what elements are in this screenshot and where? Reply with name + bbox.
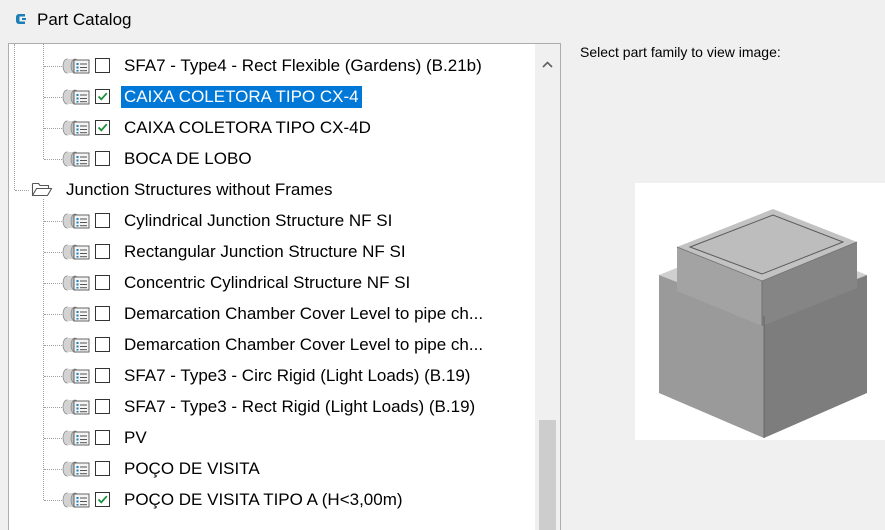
tree-folder-label: Junction Structures without Frames — [66, 180, 333, 199]
folder-open-icon[interactable] — [31, 180, 53, 198]
part-family-icon — [62, 306, 90, 322]
tree-connector-line — [44, 469, 62, 470]
checkbox[interactable] — [95, 151, 110, 166]
tree-item-label: SFA7 - Type3 - Circ Rigid (Light Loads) … — [124, 366, 471, 385]
tree-connector-line — [44, 438, 62, 439]
part-family-icon — [62, 89, 90, 105]
window-title: Part Catalog — [37, 10, 132, 29]
tree-connector-line — [15, 190, 29, 191]
checkbox[interactable] — [95, 368, 110, 383]
checkmark-icon — [97, 123, 108, 132]
tree-connector-line — [44, 407, 62, 408]
tree-item-label: Concentric Cylindrical Structure NF SI — [124, 273, 411, 292]
checkbox[interactable] — [95, 58, 110, 73]
tree-item-row[interactable]: POÇO DE VISITA — [9, 454, 535, 484]
tree-item-label: CAIXA COLETORA TIPO CX-4 — [121, 86, 362, 108]
part-family-icon — [62, 337, 90, 353]
tree-item-row[interactable]: SFA7 - Type3 - Rect Rigid (Light Loads) … — [9, 392, 535, 422]
tree-connector-line — [44, 159, 62, 160]
tree-connector-line — [44, 345, 62, 346]
preview-label: Select part family to view image: — [580, 44, 781, 60]
scroll-up-arrow-icon[interactable] — [535, 54, 560, 74]
junction-box-3d-preview — [659, 209, 867, 438]
part-family-icon — [62, 58, 90, 74]
part-tree[interactable]: SFA7 - Type4 - Rect Flexible (Gardens) (… — [9, 44, 535, 530]
tree-item-row[interactable]: Demarcation Chamber Cover Level to pipe … — [9, 299, 535, 329]
tree-connector-line — [44, 221, 62, 222]
tree-connector-line — [44, 283, 62, 284]
vertical-scrollbar[interactable] — [535, 44, 560, 530]
tree-item-row[interactable]: PV — [9, 423, 535, 453]
tree-item-label: Cylindrical Junction Structure NF SI — [124, 211, 393, 230]
part-family-icon — [62, 120, 90, 136]
tree-item-label: Rectangular Junction Structure NF SI — [124, 242, 406, 261]
checkbox-checked[interactable] — [95, 120, 110, 135]
tree-item-row[interactable]: SFA7 - Type4 - Rect Flexible (Gardens) (… — [9, 51, 535, 81]
tree-item-label: CAIXA COLETORA TIPO CX-4D — [124, 118, 371, 137]
title-bar: Part Catalog — [0, 0, 885, 40]
checkbox-checked[interactable] — [95, 492, 110, 507]
tree-folder-row[interactable]: Junction Structures without Frames — [9, 175, 535, 205]
checkbox[interactable] — [95, 244, 110, 259]
tree-item-row[interactable]: Cylindrical Junction Structure NF SI — [9, 206, 535, 236]
tree-item-label: PV — [124, 428, 147, 447]
checkbox[interactable] — [95, 275, 110, 290]
tree-item-label: BOCA DE LOBO — [124, 149, 252, 168]
civil3d-app-icon — [16, 14, 26, 24]
tree-item-label: SFA7 - Type4 - Rect Flexible (Gardens) (… — [124, 56, 482, 75]
part-family-icon — [62, 368, 90, 384]
tree-item-row[interactable]: POÇO DE VISITA TIPO A (H<3,00m) — [9, 485, 535, 515]
tree-item-label: POÇO DE VISITA TIPO A (H<3,00m) — [124, 490, 403, 509]
part-family-icon — [62, 244, 90, 260]
checkbox-checked[interactable] — [95, 89, 110, 104]
tree-connector-line — [44, 252, 62, 253]
tree-item-row[interactable]: SFA7 - Type3 - Circ Rigid (Light Loads) … — [9, 361, 535, 391]
part-family-icon — [62, 275, 90, 291]
part-family-icon — [62, 213, 90, 229]
checkbox[interactable] — [95, 430, 110, 445]
checkbox[interactable] — [95, 306, 110, 321]
tree-connector-line — [44, 97, 62, 98]
tree-connector-line — [44, 128, 62, 129]
part-family-icon — [62, 151, 90, 167]
tree-item-label: SFA7 - Type3 - Rect Rigid (Light Loads) … — [124, 397, 476, 416]
tree-connector-line — [44, 66, 62, 67]
tree-connector-line — [44, 314, 62, 315]
tree-item-label: Demarcation Chamber Cover Level to pipe … — [124, 335, 484, 354]
tree-item-label: POÇO DE VISITA — [124, 459, 260, 478]
scroll-thumb[interactable] — [539, 420, 556, 530]
part-family-icon — [62, 461, 90, 477]
part-family-icon — [62, 399, 90, 415]
checkmark-icon — [97, 92, 108, 101]
tree-item-row[interactable]: CAIXA COLETORA TIPO CX-4D — [9, 113, 535, 143]
part-family-icon — [62, 492, 90, 508]
part-family-icon — [62, 430, 90, 446]
tree-connector-line — [44, 500, 62, 501]
part-preview-image — [635, 183, 885, 440]
tree-item-row[interactable]: Demarcation Chamber Cover Level to pipe … — [9, 330, 535, 360]
tree-item-row[interactable]: BOCA DE LOBO — [9, 144, 535, 174]
tree-item-row[interactable]: Concentric Cylindrical Structure NF SI — [9, 268, 535, 298]
checkbox[interactable] — [95, 337, 110, 352]
checkbox[interactable] — [95, 399, 110, 414]
checkbox[interactable] — [95, 461, 110, 476]
tree-item-row[interactable]: CAIXA COLETORA TIPO CX-4 — [9, 82, 535, 112]
checkbox[interactable] — [95, 213, 110, 228]
checkmark-icon — [97, 495, 108, 504]
tree-item-row[interactable]: Rectangular Junction Structure NF SI — [9, 237, 535, 267]
tree-connector-line — [44, 376, 62, 377]
tree-item-label: Demarcation Chamber Cover Level to pipe … — [124, 304, 484, 323]
part-tree-panel[interactable]: SFA7 - Type4 - Rect Flexible (Gardens) (… — [8, 43, 561, 530]
